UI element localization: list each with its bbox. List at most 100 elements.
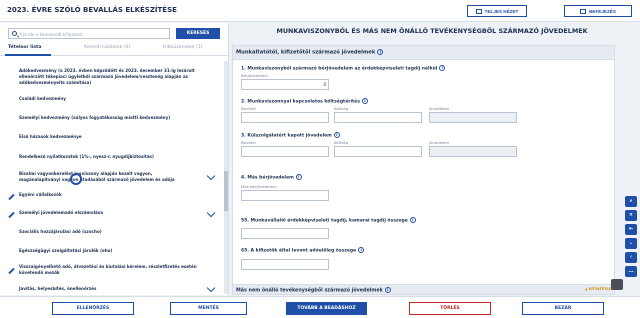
info-icon[interactable]: i	[358, 247, 365, 253]
sidebar-item[interactable]: Személyi kedvezmény (súlyos fogyatékossá…	[0, 115, 229, 123]
sidebar-item-label: Első házasok kedvezménye	[19, 134, 82, 139]
save-icon	[580, 8, 587, 14]
tab-errors[interactable]: Hibaüzenetek (1)	[163, 45, 203, 50]
close-button[interactable]: BEZÁR	[522, 302, 604, 315]
sidebar-item-label: Családi kedvezmény	[19, 96, 66, 101]
sidebar-item[interactable]: Szociális hozzájárulási adó (szocho)	[0, 229, 229, 237]
scrollbar-thumb[interactable]	[224, 171, 228, 211]
sidebar-item-label: Szociális hozzájárulási adó (szocho)	[19, 229, 102, 234]
more-icon[interactable]: …	[625, 266, 637, 277]
form-panel: Munkaltatótól, kifizetőtől származó jöve…	[232, 45, 615, 295]
sidebar-item-label: Visszaigényelhető adó, átvezetési és kiu…	[19, 264, 197, 275]
revenue-field[interactable]	[241, 146, 329, 157]
info-icon[interactable]: i	[409, 217, 416, 223]
revenue-field[interactable]	[241, 112, 329, 123]
sidebar-item-label: Személyi kedvezmény (súlyos fogyatékossá…	[19, 115, 171, 120]
expand-icon	[475, 8, 482, 14]
question-label: 3. Külszolgálatért kapott jövedelem i	[241, 132, 340, 139]
pencil-icon	[8, 267, 15, 275]
sidebar-item[interactable]: Bizalmi vagyonkezelést jogviszony alapjá…	[0, 171, 229, 185]
tab-bar: Tételsor lista Kereséi találatok (0) Hib…	[0, 42, 229, 56]
sidebar-item[interactable]: Visszaigényelhető adó, átvezetési és kiu…	[0, 264, 229, 278]
field-label: Bevétel	[241, 106, 256, 111]
income-field	[429, 112, 517, 123]
incomplete-warning: ▲ KITÖLTETLEN	[585, 287, 614, 291]
full-view-label: TELJES NÉZET	[484, 8, 519, 14]
income-field	[429, 146, 517, 157]
info-icon[interactable]: i	[295, 174, 302, 180]
form-section-title: Munkaltatótól, kifizetőtől származó jöve…	[236, 49, 384, 56]
sidebar-item-label: Javítás, helyesbítés, önellenőrzés	[19, 286, 97, 291]
field-label: Költség	[334, 140, 349, 145]
sidebar-item[interactable]: Rendelkező nyilatkozatok (1%-, nyesz-r, …	[0, 154, 229, 162]
search-icon[interactable]: ⌕	[625, 196, 637, 207]
sidebar-item-label: Egyéni vállalkozók	[19, 192, 62, 197]
chevron-down-icon[interactable]	[206, 283, 216, 293]
question-label: 1. Munkaviszonyból származó bérjövedelem…	[241, 65, 446, 72]
section-page-title: MUNKAVISZONYBÓL ÉS MÁS NEM ÖNÁLLÓ TEVÉKE…	[276, 27, 588, 35]
sidebar-item[interactable]: Egészségügyi szolgáltatási járulék (eho)	[0, 248, 229, 256]
panel-toggle-icon[interactable]	[611, 279, 623, 290]
membership-fee-field[interactable]	[241, 228, 329, 239]
sidebar-item[interactable]: Javítás, helyesbítés, önellenőrzés	[0, 283, 229, 294]
next-section-header[interactable]: Más nem önálló tevékenységből származó j…	[233, 284, 614, 294]
field-label: Jövedelem	[429, 140, 450, 145]
chevron-down-icon[interactable]	[206, 208, 216, 218]
search-box	[8, 28, 170, 39]
side-toolbar: ⌕ × ⇤ ⌄ ‹ …	[625, 196, 638, 277]
next-section-title: Más nem önálló tevékenységből származó j…	[236, 287, 391, 294]
other-wage-field[interactable]	[241, 190, 329, 201]
finish-button[interactable]: BEFEJEZÉS	[564, 5, 632, 17]
close-icon[interactable]: ×	[625, 210, 637, 221]
info-icon[interactable]: i	[384, 287, 391, 293]
question-label: 2. Munkaviszonnyal kapcsolatos költségté…	[241, 98, 368, 105]
sidebar-item[interactable]: Adókedvezmény (a 2023. évben képződött é…	[0, 68, 229, 90]
top-bar: 2023. ÉVRE SZÓLÓ BEVALLÁS ELKÉSZÍTÉSE TE…	[0, 0, 640, 22]
sidebar-item[interactable]: Családi kedvezmény	[0, 96, 229, 104]
field-label: Bérjövedelem	[241, 73, 268, 78]
save-button[interactable]: MENTÉS	[170, 302, 247, 315]
wage-income-field[interactable]: 0	[241, 79, 329, 90]
search-icon	[12, 31, 17, 36]
sidebar-item-label: Személyi jövedelemadó elszámolása	[19, 210, 103, 215]
question-label: 55. Munkavállalói érdekképviseleti tagdí…	[241, 217, 416, 224]
full-view-button[interactable]: TELJES NÉZET	[467, 5, 527, 17]
info-icon[interactable]: i	[361, 98, 368, 104]
question-label: 4. Más bérjövedelem i	[241, 174, 302, 181]
chevron-down-icon[interactable]	[206, 171, 216, 181]
pencil-icon	[8, 193, 15, 201]
delete-button[interactable]: TÖRLÉS	[409, 302, 491, 315]
cost-field[interactable]	[334, 112, 422, 123]
pencil-icon	[8, 211, 15, 219]
info-icon[interactable]: i	[377, 49, 384, 55]
sidebar-item[interactable]: Egyéni vállalkozók	[0, 192, 229, 201]
sidebar-item-label: Rendelkező nyilatkozatok (1%-, nyesz-r, …	[19, 154, 154, 159]
collapse-icon[interactable]: ⇤	[625, 224, 637, 235]
page-title: 2023. ÉVRE SZÓLÓ BEVALLÁS ELKÉSZÍTÉSE	[7, 6, 177, 14]
chevron-left-icon[interactable]: ‹	[625, 252, 637, 263]
info-icon[interactable]: i	[333, 132, 340, 138]
sidebar-scrollbar[interactable]	[224, 61, 228, 294]
field-label: Bevétel	[241, 140, 256, 145]
submit-button[interactable]: TOVÁBB A BEADÁSHOZ	[286, 302, 367, 315]
tab-search-results[interactable]: Kereséi találatok (0)	[84, 45, 130, 50]
field-label: Más bérjövedelem	[241, 184, 277, 189]
main-panel: MUNKAVISZONYBÓL ÉS MÁS NEM ÖNÁLLÓ TEVÉKE…	[232, 23, 622, 295]
form-section-header: Munkaltatótól, kifizetőtől származó jöve…	[233, 46, 614, 60]
left-panel: KERESÉS Tételsor lista Kereséi találatok…	[0, 23, 229, 316]
cursor-highlight-ring	[70, 173, 82, 185]
search-button[interactable]: KERESÉS	[176, 28, 220, 39]
info-icon[interactable]: i	[439, 65, 446, 71]
active-tab-indicator	[5, 54, 51, 56]
chevron-down-icon[interactable]: ⌄	[625, 238, 637, 249]
field-label: Jövedelem	[429, 106, 450, 111]
search-input[interactable]	[20, 30, 168, 38]
finish-label: BEFEJEZÉS	[589, 8, 616, 14]
field-label: Költség	[334, 106, 349, 111]
cost-field[interactable]	[334, 146, 422, 157]
sidebar-item[interactable]: Első házasok kedvezménye	[0, 134, 229, 142]
tax-advance-field[interactable]	[241, 259, 329, 270]
sidebar-item[interactable]: Személyi jövedelemadó elszámolása	[0, 208, 229, 219]
tab-item-list[interactable]: Tételsor lista	[8, 45, 41, 50]
check-button[interactable]: ELLENŐRZÉS	[52, 302, 134, 315]
